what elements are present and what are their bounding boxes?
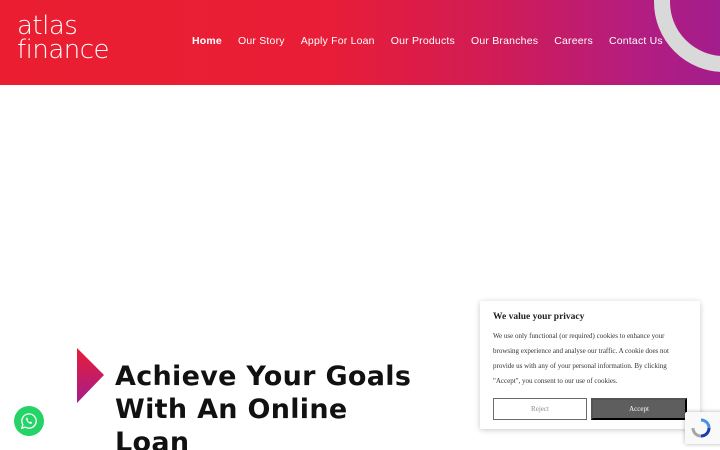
logo-line-2: finance xyxy=(17,35,110,65)
atlas-finance-logo[interactable]: atlas finance xyxy=(17,13,110,65)
decorative-ring xyxy=(654,0,720,72)
recaptcha-icon xyxy=(691,418,711,438)
nav-our-branches[interactable]: Our Branches xyxy=(471,35,538,47)
accept-cookies-button[interactable]: Accept xyxy=(591,398,687,420)
nav-contact-us[interactable]: Contact Us xyxy=(609,35,663,47)
hero-triangle-mark xyxy=(77,348,104,403)
cookie-title: We value your privacy xyxy=(493,312,585,322)
cookie-actions: Reject Accept xyxy=(493,398,687,420)
main-nav: Home Our Story Apply For Loan Our Produc… xyxy=(192,35,679,47)
nav-our-products[interactable]: Our Products xyxy=(391,35,455,47)
cookie-description: We use only functional (or required) coo… xyxy=(493,332,669,385)
nav-our-story[interactable]: Our Story xyxy=(238,35,285,47)
reject-cookies-button[interactable]: Reject xyxy=(493,398,587,420)
cookie-consent-banner: We value your privacy We use only functi… xyxy=(480,301,700,429)
recaptcha-badge[interactable] xyxy=(685,412,720,444)
nav-home[interactable]: Home xyxy=(192,35,222,47)
whatsapp-chat-button[interactable] xyxy=(14,406,44,436)
hero-title: Achieve Your Goals With An Online Loan xyxy=(115,361,412,450)
site-header: atlas finance Home Our Story Apply For L… xyxy=(0,0,720,85)
nav-careers[interactable]: Careers xyxy=(554,35,593,47)
whatsapp-icon xyxy=(20,413,37,430)
nav-apply-for-loan[interactable]: Apply For Loan xyxy=(301,35,375,47)
